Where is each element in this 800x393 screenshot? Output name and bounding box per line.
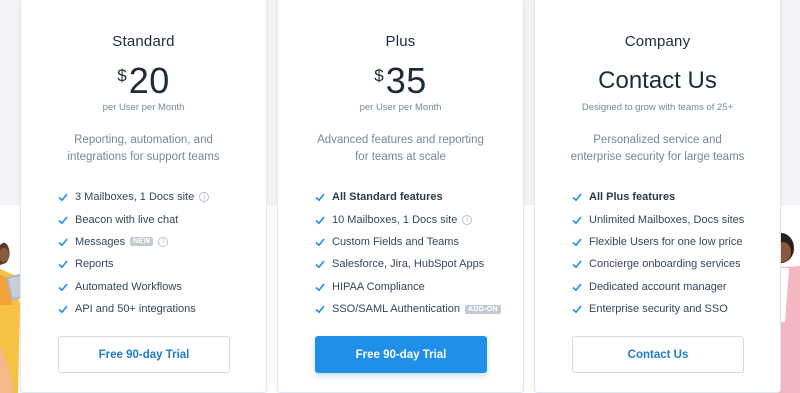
plan-name: Company (624, 33, 691, 50)
description-line: enterprise security for large teams (570, 151, 745, 163)
free-trial-button[interactable]: Free 90-day Trial (58, 336, 230, 373)
feature-item: Custom Fields and Teams (315, 231, 513, 253)
feature-item: Reports (58, 253, 256, 275)
feature-text: Salesforce, Jira, HubSpot Apps (332, 258, 485, 271)
info-icon[interactable]: i (158, 236, 169, 247)
description-line: Advanced features and reporting (317, 134, 484, 146)
price-period: per User per Month (359, 102, 442, 113)
feature-list: 3 Mailboxes, 1 Docs site i Beacon with l… (58, 186, 256, 320)
check-icon (58, 260, 68, 269)
feature-item: Beacon with live chat (58, 208, 256, 230)
feature-text: 3 Mailboxes, 1 Docs site (75, 191, 195, 204)
feature-item: API and 50+ integrations (58, 298, 256, 320)
plan-name: Plus (385, 33, 416, 50)
check-icon (315, 305, 325, 314)
check-icon (572, 193, 582, 202)
feature-text: 10 Mailboxes, 1 Docs site (332, 213, 458, 226)
feature-text: Flexible Users for one low price (589, 235, 743, 248)
feature-item: SSO/SAML Authentication ADD-ON (315, 298, 513, 320)
check-icon (58, 238, 68, 247)
info-icon[interactable]: i (199, 192, 210, 203)
feature-text: API and 50+ integrations (75, 303, 196, 316)
currency-symbol: $ (374, 66, 384, 85)
check-icon (315, 193, 325, 202)
feature-text: Beacon with live chat (75, 213, 179, 226)
check-icon (315, 238, 325, 247)
feature-text: Reports (75, 258, 114, 271)
feature-item: Enterprise security and SSO (572, 298, 770, 320)
feature-item: Messages NEW i (58, 231, 256, 253)
feature-text: Automated Workflows (75, 280, 182, 293)
plan-price: $ 20 (21, 62, 266, 100)
feature-item: 10 Mailboxes, 1 Docs site i (315, 208, 513, 230)
description-line: Personalized service and (593, 134, 722, 146)
check-icon (572, 216, 582, 224)
check-icon (315, 216, 325, 224)
check-icon (58, 216, 68, 224)
check-icon (58, 305, 68, 314)
feature-item: Flexible Users for one low price (572, 231, 770, 253)
plan-card-company: Company Contact Us Designed to grow with… (534, 0, 781, 393)
check-icon (572, 238, 582, 247)
plan-subtitle: Designed to grow with teams of 25+ (581, 102, 734, 113)
plan-description: Reporting, automation, and integrations … (21, 132, 266, 166)
description-line: Reporting, automation, and (74, 134, 213, 146)
feature-item: HIPAA Compliance (315, 276, 513, 298)
check-icon (572, 260, 582, 269)
currency-symbol: $ (117, 66, 127, 85)
check-icon (58, 283, 68, 292)
check-icon (315, 283, 325, 292)
feature-item: 3 Mailboxes, 1 Docs site i (58, 186, 256, 208)
feature-item: Concierge onboarding services (572, 253, 770, 275)
feature-item: Dedicated account manager (572, 276, 770, 298)
contact-title: Contact Us (598, 67, 717, 94)
plan-card-standard: Standard $ 20 per User per Month Reporti… (20, 0, 267, 393)
feature-text: Unlimited Mailboxes, Docs sites (589, 213, 745, 226)
check-icon (58, 193, 68, 202)
feature-list: All Plus features Unlimited Mailboxes, D… (572, 186, 770, 320)
info-icon[interactable]: i (462, 214, 473, 225)
feature-item: Automated Workflows (58, 276, 256, 298)
feature-text: All Standard features (332, 191, 443, 204)
plan-price: $ 35 (278, 62, 523, 100)
feature-list: All Standard features 10 Mailboxes, 1 Do… (315, 186, 513, 320)
price-amount: 35 (385, 60, 427, 101)
feature-item: All Standard features (315, 186, 513, 208)
plan-description: Personalized service and enterprise secu… (535, 132, 780, 166)
check-icon (572, 305, 582, 314)
new-badge: NEW (130, 237, 154, 247)
check-icon (315, 260, 325, 269)
plan-description: Advanced features and reporting for team… (278, 132, 523, 166)
free-trial-button[interactable]: Free 90-day Trial (315, 336, 487, 373)
feature-item: All Plus features (572, 186, 770, 208)
feature-item: Unlimited Mailboxes, Docs sites (572, 208, 770, 230)
feature-text: All Plus features (589, 191, 676, 204)
feature-text: HIPAA Compliance (332, 280, 425, 293)
feature-text: SSO/SAML Authentication (332, 303, 460, 316)
feature-text: Enterprise security and SSO (589, 303, 728, 316)
check-icon (572, 283, 582, 292)
plan-card-plus: Plus $ 35 per User per Month Advanced fe… (277, 0, 524, 393)
feature-text: Custom Fields and Teams (332, 235, 459, 248)
plan-name: Standard (112, 33, 175, 50)
price-period: per User per Month (102, 102, 185, 113)
feature-item: Salesforce, Jira, HubSpot Apps (315, 253, 513, 275)
add-on-badge: ADD-ON (465, 304, 501, 314)
feature-text: Dedicated account manager (589, 280, 727, 293)
contact-us-button[interactable]: Contact Us (572, 336, 744, 373)
feature-text: Messages (75, 235, 126, 248)
description-line: for teams at scale (355, 151, 446, 163)
price-amount: 20 (128, 60, 170, 101)
feature-text: Concierge onboarding services (589, 258, 741, 271)
description-line: integrations for support teams (67, 151, 220, 163)
